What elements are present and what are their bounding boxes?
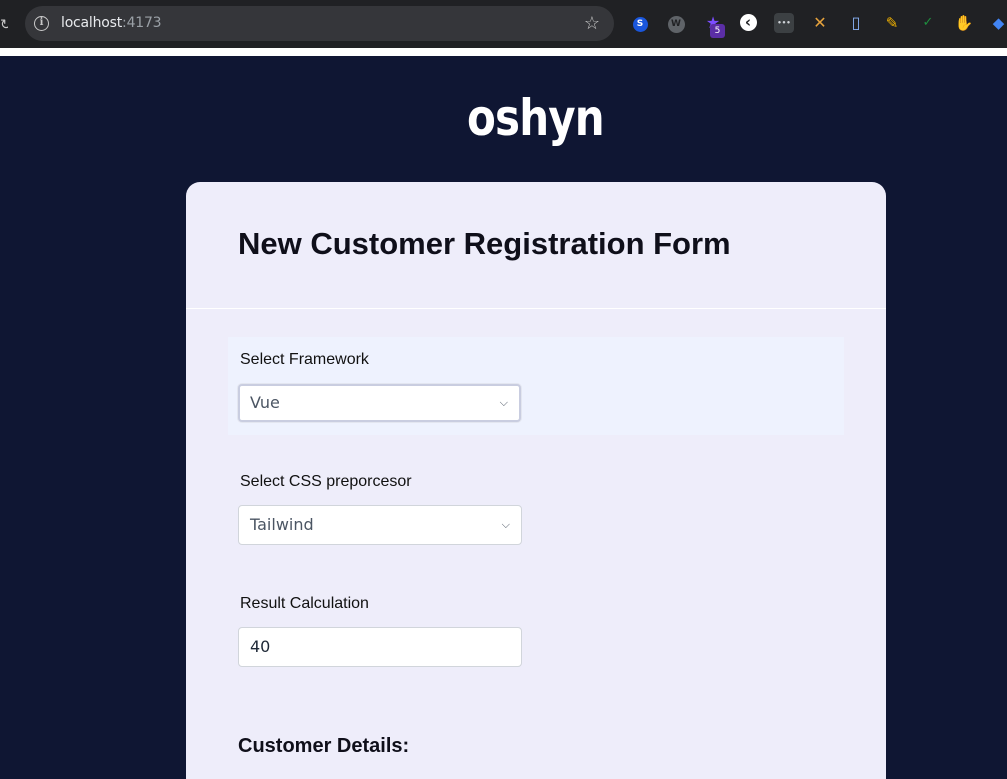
broom-extension-icon[interactable]: ✎	[882, 13, 902, 33]
address-bar[interactable]: i localhost:4173 ☆	[25, 6, 614, 41]
registration-form-card: New Customer Registration Form Select Fr…	[186, 182, 886, 779]
result-calculation-value: 40	[250, 637, 271, 656]
logo-text: oshyn	[467, 89, 605, 147]
extension-badge: 5	[710, 24, 725, 38]
w-extension-icon[interactable]: W	[666, 13, 686, 33]
reload-icon[interactable]: ↻	[0, 14, 8, 34]
framework-select[interactable]: Vue ⌵	[238, 384, 521, 422]
check-extension-icon[interactable]: ✓	[918, 13, 938, 33]
form-title: New Customer Registration Form	[238, 226, 731, 261]
dots-extension-icon[interactable]: •••	[774, 13, 794, 33]
title-divider	[186, 308, 886, 309]
s-extension-icon[interactable]: S	[630, 13, 650, 33]
page-content: oshyn New Customer Registration Form Sel…	[0, 56, 1007, 779]
logo: oshyn	[0, 86, 1007, 150]
framework-label: Select Framework	[240, 351, 369, 368]
clipboard-extension-icon[interactable]: ▯	[846, 13, 866, 33]
site-info-icon[interactable]: i	[34, 16, 49, 31]
url-port: :4173	[122, 15, 162, 31]
browser-toolbar: ↻ i localhost:4173 ☆ S W ★ 5 ‹ ••• ✕ ▯ ✎…	[0, 0, 1007, 48]
bookmark-star-icon[interactable]: ☆	[584, 12, 600, 34]
result-calculation-input[interactable]: 40	[238, 627, 522, 667]
url-host: localhost	[61, 15, 123, 31]
url-text[interactable]: localhost:4173	[61, 15, 162, 32]
cross-extension-icon[interactable]: ✕	[810, 13, 830, 33]
chevron-down-icon: ⌵	[499, 396, 508, 409]
css-preprocessor-label: Select CSS preporcesor	[240, 473, 412, 490]
result-calculation-label: Result Calculation	[240, 595, 369, 612]
css-preprocessor-select[interactable]: Tailwind ⌵	[238, 505, 522, 545]
css-preprocessor-select-value: Tailwind	[250, 515, 314, 534]
toolbar-divider	[0, 48, 1007, 56]
framework-select-value: Vue	[250, 393, 280, 412]
tag-extension-icon[interactable]: ◆	[990, 13, 1007, 33]
customer-details-heading: Customer Details:	[238, 735, 410, 757]
back-arrow-extension-icon[interactable]: ‹	[738, 13, 758, 33]
chevron-down-icon: ⌵	[501, 518, 510, 531]
hand-extension-icon[interactable]: ✋	[954, 13, 974, 33]
